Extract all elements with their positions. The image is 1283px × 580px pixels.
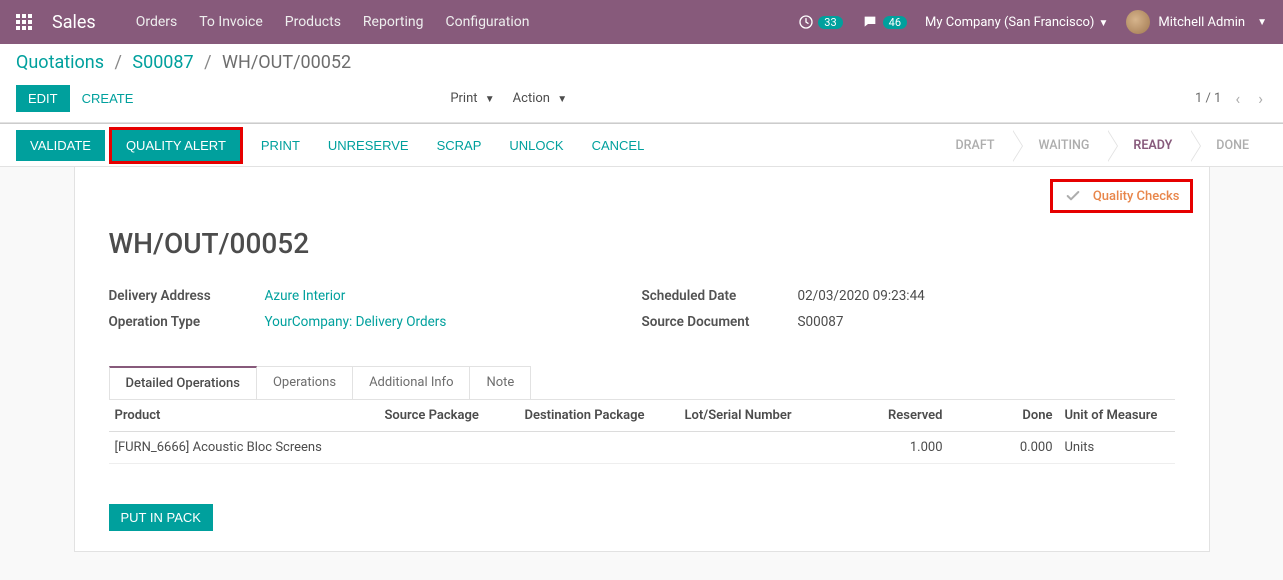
check-icon xyxy=(1063,188,1083,204)
breadcrumb: Quotations / S00087 / WH/OUT/00052 xyxy=(16,52,1267,73)
top-navbar: Sales Orders To Invoice Products Reporti… xyxy=(0,0,1283,44)
status-stages: DRAFT WAITING READY DONE xyxy=(930,130,1268,161)
scheduled-date-value: 02/03/2020 09:23:44 xyxy=(798,288,925,304)
stage-ready[interactable]: READY xyxy=(1107,130,1190,161)
source-document-label: Source Document xyxy=(642,314,798,330)
action-buttons: VALIDATE QUALITY ALERT PRINT UNRESERVE S… xyxy=(16,127,658,164)
quality-checks-button[interactable]: Quality Checks xyxy=(1050,179,1193,213)
stage-done[interactable]: DONE xyxy=(1190,130,1267,161)
caret-down-icon: ▼ xyxy=(1098,18,1108,29)
unlock-button[interactable]: UNLOCK xyxy=(495,130,577,161)
scrap-button[interactable]: SCRAP xyxy=(423,130,496,161)
pager-next[interactable]: › xyxy=(1254,89,1267,108)
cell-uom: Units xyxy=(1059,432,1175,464)
caret-down-icon: ▼ xyxy=(557,94,567,105)
status-bar: VALIDATE QUALITY ALERT PRINT UNRESERVE S… xyxy=(0,123,1283,167)
operation-type-value[interactable]: YourCompany: Delivery Orders xyxy=(265,314,447,330)
tab-operations[interactable]: Operations xyxy=(256,366,353,399)
clock-icon xyxy=(798,14,814,30)
pager-text: 1 / 1 xyxy=(1195,91,1221,106)
avatar xyxy=(1126,10,1150,34)
chat-icon xyxy=(861,14,879,30)
col-source-package[interactable]: Source Package xyxy=(379,400,519,432)
put-in-pack-button[interactable]: PUT IN PACK xyxy=(109,504,213,531)
stage-draft[interactable]: DRAFT xyxy=(930,130,1013,161)
create-button[interactable]: CREATE xyxy=(70,85,146,112)
pager: 1 / 1 ‹ › xyxy=(1195,89,1267,108)
col-product[interactable]: Product xyxy=(109,400,379,432)
col-reserved[interactable]: Reserved xyxy=(839,400,949,432)
messages-button[interactable]: 46 xyxy=(861,14,907,30)
col-destination-package[interactable]: Destination Package xyxy=(519,400,679,432)
breadcrumb-order[interactable]: S00087 xyxy=(132,52,193,73)
main-menu: Orders To Invoice Products Reporting Con… xyxy=(136,14,530,30)
col-lot[interactable]: Lot/Serial Number xyxy=(679,400,839,432)
col-done[interactable]: Done xyxy=(949,400,1059,432)
table-row[interactable]: [FURN_6666] Acoustic Bloc Screens 1.000 … xyxy=(109,432,1175,464)
print-action-button[interactable]: PRINT xyxy=(247,130,314,161)
messages-count: 46 xyxy=(883,16,907,29)
quality-alert-button[interactable]: QUALITY ALERT xyxy=(112,130,240,161)
print-dropdown[interactable]: Print ▼ xyxy=(450,91,494,106)
cell-product: [FURN_6666] Acoustic Bloc Screens xyxy=(109,432,379,464)
user-menu[interactable]: Mitchell Admin ▼ xyxy=(1126,10,1267,34)
tab-detailed-operations[interactable]: Detailed Operations xyxy=(109,366,257,399)
company-switcher[interactable]: My Company (San Francisco) ▼ xyxy=(925,15,1108,30)
col-uom[interactable]: Unit of Measure xyxy=(1059,400,1175,432)
control-panel: Quotations / S00087 / WH/OUT/00052 EDIT … xyxy=(0,44,1283,123)
delivery-address-value[interactable]: Azure Interior xyxy=(265,288,346,304)
edit-button[interactable]: EDIT xyxy=(16,85,70,112)
validate-button[interactable]: VALIDATE xyxy=(16,130,105,161)
record-title: WH/OUT/00052 xyxy=(109,227,1209,260)
cell-lot xyxy=(679,432,839,464)
delivery-address-label: Delivery Address xyxy=(109,288,265,304)
topbar-right: 33 46 My Company (San Francisco) ▼ Mitche… xyxy=(798,10,1267,34)
apps-icon[interactable] xyxy=(16,14,32,30)
menu-orders[interactable]: Orders xyxy=(136,14,178,30)
pager-prev[interactable]: ‹ xyxy=(1231,89,1244,108)
user-name: Mitchell Admin xyxy=(1158,15,1245,30)
activities-button[interactable]: 33 xyxy=(798,14,842,30)
company-name: My Company (San Francisco) xyxy=(925,15,1094,30)
breadcrumb-quotations[interactable]: Quotations xyxy=(16,52,104,73)
unreserve-button[interactable]: UNRESERVE xyxy=(314,130,423,161)
cell-source-package xyxy=(379,432,519,464)
caret-down-icon: ▼ xyxy=(485,94,495,105)
quality-alert-highlight: QUALITY ALERT xyxy=(109,127,243,164)
form-sheet: Quality Checks WH/OUT/00052 Delivery Add… xyxy=(74,167,1210,552)
menu-to-invoice[interactable]: To Invoice xyxy=(199,14,263,30)
action-dropdown[interactable]: Action ▼ xyxy=(513,91,567,106)
tab-note[interactable]: Note xyxy=(469,366,531,399)
activities-count: 33 xyxy=(818,16,842,29)
breadcrumb-current: WH/OUT/00052 xyxy=(222,52,351,73)
cell-destination-package xyxy=(519,432,679,464)
tabs: Detailed Operations Operations Additiona… xyxy=(109,366,1175,400)
cell-reserved: 1.000 xyxy=(839,432,949,464)
caret-down-icon: ▼ xyxy=(1257,17,1267,28)
tab-additional-info[interactable]: Additional Info xyxy=(352,366,470,399)
cell-done: 0.000 xyxy=(949,432,1059,464)
menu-configuration[interactable]: Configuration xyxy=(445,14,529,30)
stage-waiting[interactable]: WAITING xyxy=(1012,130,1107,161)
quality-checks-label: Quality Checks xyxy=(1093,189,1180,204)
operations-table: Product Source Package Destination Packa… xyxy=(109,400,1175,464)
operation-type-label: Operation Type xyxy=(109,314,265,330)
menu-reporting[interactable]: Reporting xyxy=(363,14,424,30)
cancel-button[interactable]: CANCEL xyxy=(578,130,659,161)
source-document-value: S00087 xyxy=(798,314,844,330)
scheduled-date-label: Scheduled Date xyxy=(642,288,798,304)
app-brand[interactable]: Sales xyxy=(52,12,96,33)
menu-products[interactable]: Products xyxy=(285,14,341,30)
